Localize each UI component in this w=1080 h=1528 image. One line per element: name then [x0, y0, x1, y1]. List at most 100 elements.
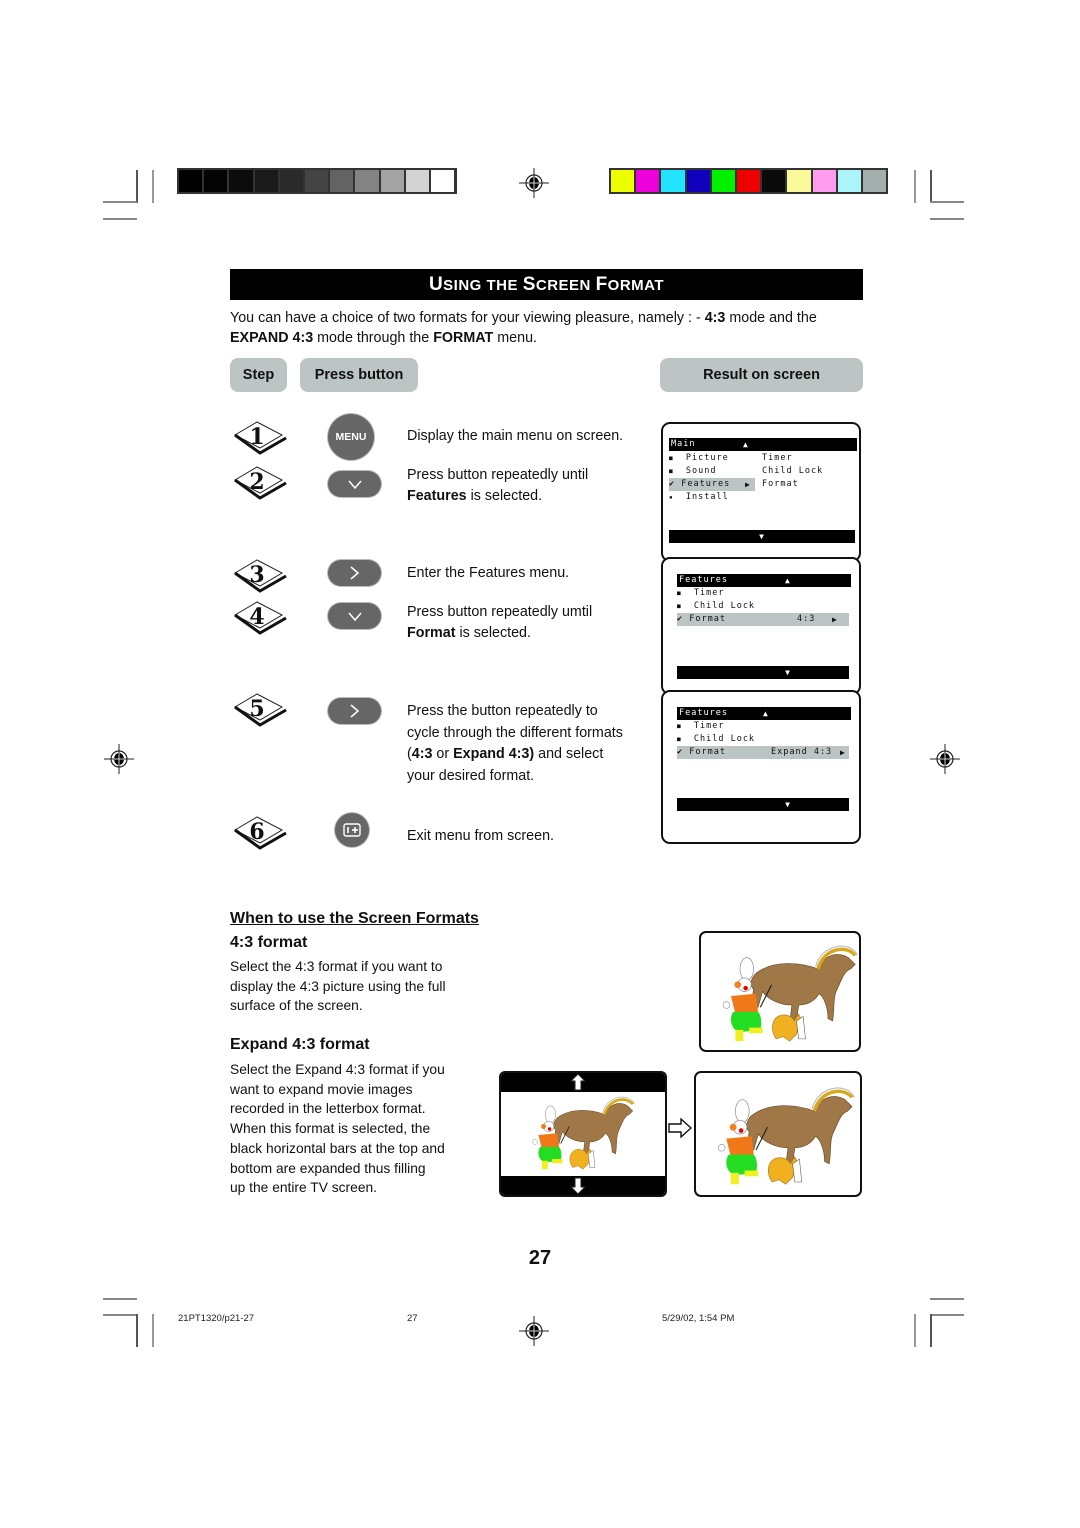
osd-header-label: Features: [679, 575, 728, 585]
osd-item-label: Timer: [762, 453, 793, 463]
color-swatch: [330, 170, 354, 192]
check-icon: ✔: [669, 479, 676, 489]
registration-mark-icon: [104, 744, 134, 774]
crop-mark: [136, 1314, 138, 1347]
osd-item-label: Picture: [685, 453, 729, 463]
crop-mark: [914, 1314, 916, 1347]
crop-mark: [103, 1298, 137, 1300]
step-text: and select: [534, 746, 604, 763]
bullet-icon: ■: [677, 590, 682, 597]
color-swatch: [636, 170, 660, 192]
osd-menu-item: ■ Child Lock: [677, 733, 755, 746]
osd-menu-item: ■ Timer: [677, 720, 724, 733]
text-line: bottom are expanded thus filling: [230, 1160, 426, 1176]
color-swatch: [405, 170, 429, 192]
step-number-1: 1: [232, 420, 288, 456]
bullet-icon: ■: [669, 468, 674, 475]
intro-text: You can have a choice of two formats for…: [230, 310, 705, 326]
crop-mark: [136, 170, 138, 203]
osd-footer: ▼: [677, 798, 849, 811]
cursor-down-button-icon: [328, 603, 381, 629]
step-number-label: 6: [249, 819, 265, 845]
cursor-right-button-icon: [328, 698, 381, 724]
osd-footer: ▼: [669, 530, 855, 543]
crop-mark: [103, 218, 137, 220]
step-text: is selected.: [466, 488, 543, 504]
intro-text: menu.: [493, 330, 537, 346]
title-part: CREEN: [535, 277, 596, 294]
osd-menu-item: ■ Timer: [677, 587, 724, 600]
text-line: Select the 4:3 format if you want to: [230, 959, 443, 974]
step-text: Press the button repeatedly to: [407, 703, 598, 719]
step-text: Enter the Features menu.: [407, 565, 570, 581]
step-text: Press button repeatedly until: [407, 467, 589, 483]
page-number: 27: [528, 1247, 552, 1269]
check-icon: ✔: [677, 614, 684, 624]
color-swatch: [837, 170, 861, 192]
registration-mark-icon: [519, 168, 549, 198]
crop-mark: [103, 201, 137, 203]
intro-text: mode through the: [313, 330, 434, 346]
osd-menu-item-selected: ✔ Features ▶: [669, 478, 755, 491]
color-swatch: [762, 170, 786, 192]
osd-item-label: Format: [689, 747, 726, 757]
text-line: black horizontal bars at the top and: [230, 1140, 445, 1156]
step-description: Exit menu from screen.: [407, 826, 554, 847]
step-number-label: 5: [249, 696, 265, 722]
osd-format-value: Expand 4:3: [771, 747, 833, 757]
step-text-bold: Features: [407, 488, 467, 504]
osd-submenu-item: Format: [762, 478, 799, 491]
title-part: U: [428, 274, 444, 295]
step-description: Press button repeatedly until Features is…: [407, 465, 588, 507]
step-description: Enter the Features menu.: [407, 563, 569, 584]
down-arrow-icon: ▼: [759, 532, 765, 541]
arrow-right-icon: [668, 1118, 692, 1138]
color-swatch: [380, 170, 404, 192]
step-text: Exit menu from screen.: [407, 828, 554, 844]
color-swatch: [229, 170, 253, 192]
osd-item-label: Install: [685, 492, 729, 502]
subsection-title-43: 4:3 format: [230, 934, 308, 951]
right-arrow-icon: ▶: [745, 480, 751, 489]
step-number-label: 1: [249, 424, 265, 450]
bullet-icon: ▪: [669, 494, 674, 501]
clown-horse-picture: [716, 1086, 856, 1187]
intro-bold: FORMAT: [433, 330, 494, 346]
step-number-label: 2: [249, 469, 265, 495]
osd-header: Features ▲: [677, 574, 851, 587]
letterbox-illustration: [499, 1071, 667, 1197]
step-text: or: [432, 746, 454, 763]
step-text: cycle through the different formats: [407, 724, 623, 741]
color-swatch: [736, 170, 761, 192]
step-number-label: 4: [249, 604, 265, 630]
color-swatch: [661, 170, 685, 192]
color-swatch: [862, 170, 887, 192]
footer-timestamp: 5/29/02, 1:54 PM: [662, 1313, 735, 1324]
section-heading: When to use the Screen Formats: [230, 910, 479, 927]
step-text: Press button repeatedly umtil: [407, 604, 593, 620]
right-arrow-icon: ▶: [840, 748, 846, 757]
color-swatch: [355, 170, 379, 192]
bullet-icon: ■: [677, 723, 682, 730]
step-text: is selected.: [455, 625, 531, 641]
step-text-bold: Format: [407, 625, 456, 641]
osd-format-value: 4:3: [797, 614, 816, 624]
down-arrow-icon: ▼: [785, 800, 791, 809]
footer-page: 27: [407, 1313, 418, 1324]
footer-file: 21PT1320/p21-27: [178, 1313, 255, 1324]
color-swatch: [254, 170, 278, 192]
registration-mark-icon: [519, 1316, 549, 1346]
osd-item-label: Sound: [685, 466, 717, 476]
osd-screen-features-expand: Features ▲ ■ Timer ■ Child Lock ✔ Format E…: [661, 690, 861, 844]
right-arrow-icon: ▶: [832, 615, 838, 624]
step-text-bold: Expand 4:3): [453, 746, 535, 763]
crop-mark: [930, 218, 964, 220]
intro-bold: 4:3: [704, 310, 726, 326]
bullet-icon: ■: [677, 736, 682, 743]
osd-footer: ▼: [677, 666, 849, 679]
color-swatch: [304, 170, 329, 192]
step-text: your desired format.: [407, 768, 535, 785]
osd-screen-main: Main ▲ ■ Picture Timer ■ Sound Child Lock…: [661, 422, 861, 562]
osd-menu-item-selected: ✔ Format Expand 4:3 ▶: [677, 746, 849, 759]
step-number-2: 2: [232, 465, 288, 501]
